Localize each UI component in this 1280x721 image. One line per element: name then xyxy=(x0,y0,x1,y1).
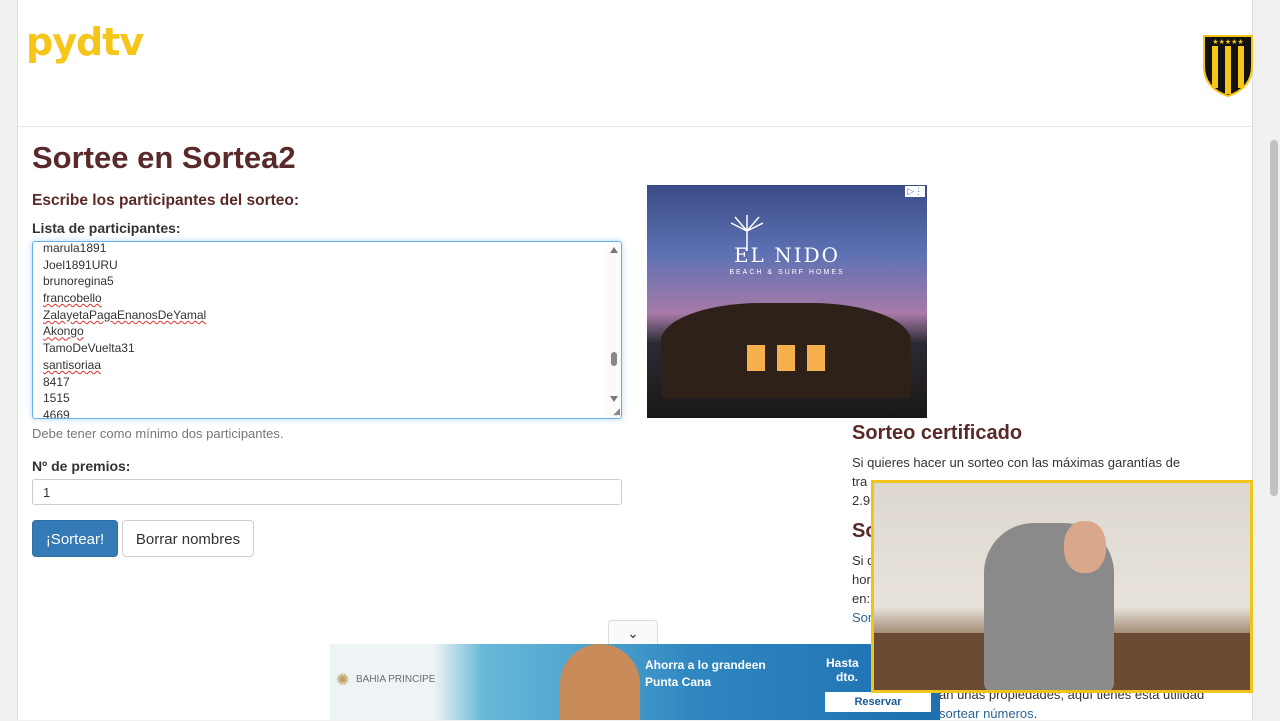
bottom-period: . xyxy=(1033,706,1038,721)
collapse-ad-button[interactable]: ⌄ xyxy=(608,620,658,645)
ad-brand: EL NIDO xyxy=(733,243,841,267)
page-title: Sortee en Sortea2 xyxy=(32,140,296,175)
textarea-scrollbar[interactable] xyxy=(607,242,621,418)
participant-entry: santisoriaa xyxy=(43,357,102,372)
ad2-person-image xyxy=(560,644,640,720)
prizes-input[interactable]: 1 xyxy=(32,479,622,505)
scrollbar-thumb[interactable] xyxy=(611,352,617,366)
participant-entry: 1515 xyxy=(43,391,70,406)
page-scrollbar[interactable] xyxy=(1268,0,1280,720)
site-header: pydtv ★★★★★ xyxy=(18,0,1253,127)
ad2-headline: Ahorra a lo grandeen xyxy=(645,658,766,672)
certified-text-line2: tra xyxy=(852,474,868,489)
participant-entry: Akongo xyxy=(43,324,84,339)
help-text: Debe tener como mínimo dos participantes… xyxy=(32,426,284,441)
prizes-label: Nº de premios: xyxy=(32,458,131,474)
participant-entry: 8417 xyxy=(43,374,70,389)
svg-text:★★★★★: ★★★★★ xyxy=(1212,38,1243,46)
participant-entry: marula1891 xyxy=(43,241,107,255)
ad2-hasta: Hasta xyxy=(826,656,859,670)
participants-list: marula1891 Joel1891URU brunoregina5 francob… xyxy=(43,241,207,419)
ad-el-nido[interactable]: EL NIDO BEACH & SURF HOMES ▷⋮ xyxy=(647,185,927,418)
participants-textarea[interactable]: marula1891 Joel1891URU brunoregina5 francob… xyxy=(32,241,622,419)
reservar-button[interactable]: Reservar xyxy=(825,692,931,712)
section-subtitle: Escribe los participantes del sorteo: xyxy=(32,192,300,209)
chevron-down-icon: ⌄ xyxy=(627,625,639,641)
draw-button[interactable]: ¡Sortear! xyxy=(32,520,118,557)
ad-window xyxy=(747,345,765,371)
section2-line2: hor xyxy=(852,572,871,587)
participant-entry: Joel1891URU xyxy=(43,257,118,272)
participant-entry: 4669 xyxy=(43,407,70,419)
site-logo[interactable]: pydtv xyxy=(26,20,144,64)
ad2-dto: dto. xyxy=(836,670,858,684)
scroll-up-icon[interactable] xyxy=(610,247,618,253)
ad-info-icon[interactable]: ▷⋮ xyxy=(905,186,925,197)
clear-names-button[interactable]: Borrar nombres xyxy=(122,520,254,557)
certified-text-line3: 2.9 xyxy=(852,493,871,508)
bahia-logo-icon: ✺ xyxy=(336,672,350,689)
ad-window xyxy=(777,345,795,371)
ad-bahia-principe[interactable]: ✺ BAHIA PRINCIPE Ahorra a lo grandeen Pu… xyxy=(330,644,940,720)
participant-entry: ZalayetaPagaEnanosDeYamal xyxy=(43,307,207,322)
ad2-location: Punta Cana xyxy=(645,675,712,689)
resize-handle-icon[interactable]: ◢ xyxy=(613,406,620,417)
participant-entry: francobello xyxy=(43,291,102,306)
ad-window xyxy=(807,345,825,371)
participant-entry: brunoregina5 xyxy=(43,274,114,289)
scroll-down-icon[interactable] xyxy=(610,396,618,402)
webcam-overlay xyxy=(871,480,1253,693)
participant-entry: TamoDeVuelta31 xyxy=(43,341,135,356)
page-scrollbar-thumb[interactable] xyxy=(1270,140,1278,496)
section2-line3: en: xyxy=(852,591,871,606)
club-crest-icon[interactable]: ★★★★★ xyxy=(1200,26,1256,98)
section2-link[interactable]: Sor xyxy=(852,610,872,625)
sortear-numeros-link[interactable]: sortear números xyxy=(939,706,1034,721)
certified-title: Sorteo certificado xyxy=(852,422,1023,444)
certified-text-line1: Si quieres hacer un sorteo con las máxim… xyxy=(852,455,1181,470)
webcam-head xyxy=(1064,521,1106,573)
participants-label: Lista de participantes: xyxy=(32,220,181,236)
ad2-brand: BAHIA PRINCIPE xyxy=(356,674,436,685)
ad-tagline: BEACH & SURF HOMES xyxy=(729,269,845,276)
